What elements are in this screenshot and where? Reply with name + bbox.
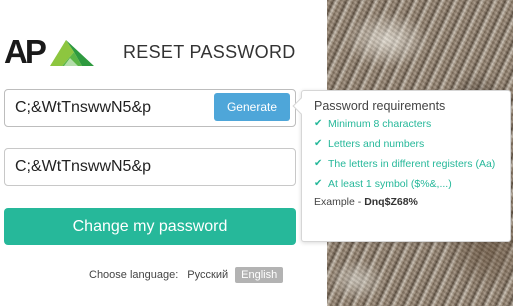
requirement-item: ✔ At least 1 symbol ($%&,...) [314,176,500,192]
language-selector: Choose language: Русский English [89,267,284,283]
check-icon: ✔ [314,158,323,169]
language-option-russian[interactable]: Русский [187,269,228,281]
requirement-text: Minimum 8 characters [328,118,432,130]
requirement-text: At least 1 symbol ($%&,...) [328,178,452,190]
password-example: Example - Dnq$Z68% [314,196,500,208]
requirement-text: The letters in different registers (Aa) [328,158,496,170]
language-label: Choose language: [89,269,179,281]
confirm-password-input[interactable] [4,148,296,186]
requirement-item: ✔ Minimum 8 characters [314,116,500,132]
change-password-button[interactable]: Change my password [4,208,296,245]
example-label: Example - [314,196,365,208]
logo-text: AP [4,33,47,70]
green-triangle-logo-icon [49,40,94,66]
requirement-text: Letters and numbers [328,138,425,150]
tooltip-title: Password requirements [314,99,446,113]
page-title: RESET PASSWORD [123,42,296,62]
requirement-item: ✔ Letters and numbers [314,136,500,152]
check-icon: ✔ [314,138,323,149]
logo: AP [4,34,96,70]
check-icon: ✔ [314,118,323,129]
generate-password-button[interactable]: Generate [214,93,290,121]
requirements-list: ✔ Minimum 8 characters ✔ Letters and num… [314,116,500,192]
language-option-english[interactable]: English [235,267,284,283]
password-requirements-tooltip: Password requirements ✔ Minimum 8 charac… [292,90,511,242]
check-icon: ✔ [314,178,323,189]
requirement-item: ✔ The letters in different registers (Aa… [314,156,500,172]
example-value: Dnq$Z68% [364,196,418,208]
